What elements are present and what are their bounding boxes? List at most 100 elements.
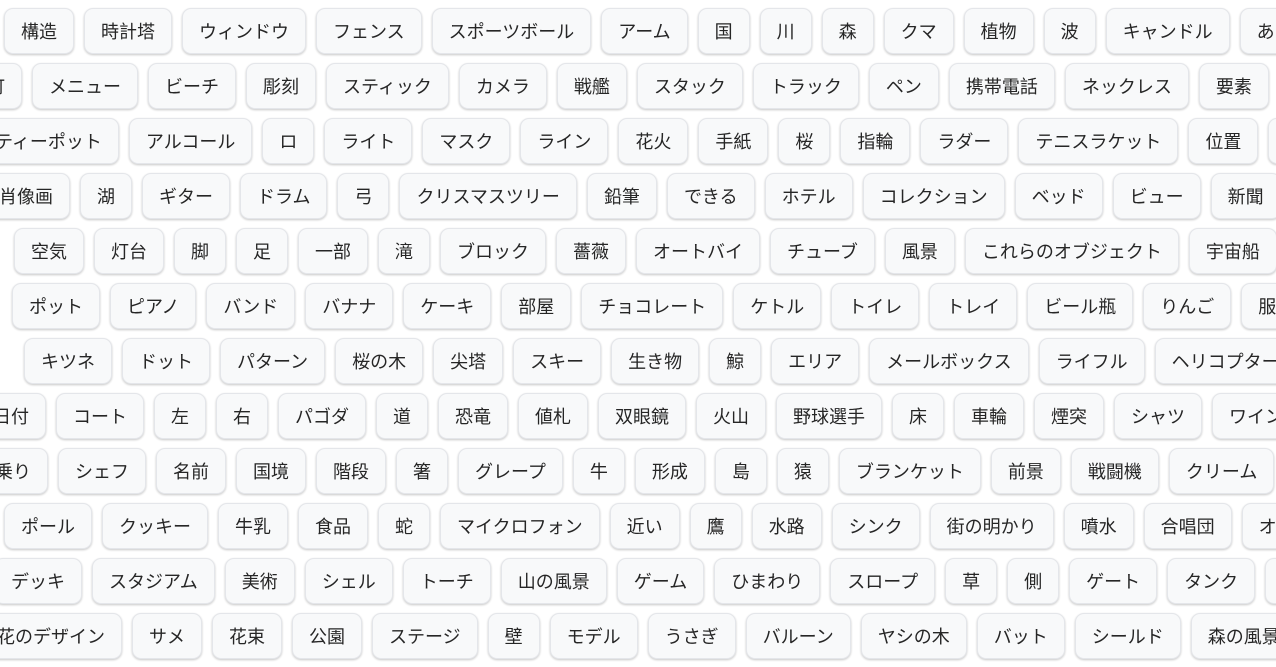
tag-chip[interactable]: ステージ xyxy=(372,613,478,659)
tag-chip[interactable]: 日付 xyxy=(0,393,46,439)
tag-chip[interactable]: ホテル xyxy=(764,173,853,219)
tag-chip[interactable]: 空気 xyxy=(14,228,84,274)
tag-chip[interactable]: 灯台 xyxy=(94,228,164,274)
tag-chip[interactable]: 携帯電話 xyxy=(948,63,1055,109)
tag-chip[interactable]: 前景 xyxy=(990,448,1061,494)
tag-chip[interactable]: 右 xyxy=(216,393,268,439)
tag-chip[interactable]: 形成 xyxy=(634,448,705,494)
tag-chip[interactable]: 服装 xyxy=(1241,283,1276,329)
tag-chip[interactable]: 山の風景 xyxy=(500,558,607,604)
tag-chip[interactable]: 床 xyxy=(892,393,944,439)
tag-chip[interactable]: これらのオブジェクト xyxy=(964,228,1179,274)
tag-chip[interactable]: 新聞 xyxy=(1210,173,1276,219)
tag-chip[interactable]: ヤシの木 xyxy=(860,613,967,659)
tag-chip[interactable]: コレクション xyxy=(862,173,1005,219)
tag-chip[interactable]: 宇宙船 xyxy=(1188,228,1276,274)
tag-chip[interactable]: クマ xyxy=(883,8,954,54)
tag-chip[interactable]: 尖塔 xyxy=(433,338,504,384)
tag-chip[interactable]: 国 xyxy=(697,8,750,54)
tag-chip[interactable]: 国境 xyxy=(236,448,306,494)
tag-chip[interactable]: 彫刻 xyxy=(246,63,316,109)
tag-chip[interactable]: 脚 xyxy=(174,228,226,274)
tag-chip[interactable]: 野球選手 xyxy=(776,393,882,439)
tag-chip[interactable]: シンク xyxy=(831,503,920,549)
tag-chip[interactable]: 薔薇 xyxy=(556,228,626,274)
tag-chip[interactable]: ライン xyxy=(520,118,609,164)
tag-chip[interactable]: エリア xyxy=(771,338,860,384)
tag-chip[interactable]: 滝 xyxy=(378,228,430,274)
tag-chip[interactable]: アルコール xyxy=(128,118,253,164)
tag-chip[interactable]: 戦闘機 xyxy=(1070,448,1159,494)
tag-chip[interactable]: 植物 xyxy=(963,8,1034,54)
tag-chip[interactable]: 左 xyxy=(154,393,206,439)
tag-chip[interactable]: ひまわり xyxy=(714,558,821,604)
tag-chip[interactable]: 位置 xyxy=(1188,118,1259,164)
tag-chip[interactable]: 湖 xyxy=(80,173,132,219)
tag-chip[interactable]: 鷹 xyxy=(689,503,742,549)
tag-chip[interactable]: ギター xyxy=(142,173,230,219)
tag-chip[interactable]: パターン xyxy=(220,338,326,384)
tag-chip[interactable]: メニュー xyxy=(32,63,138,109)
tag-chip[interactable]: 近い xyxy=(609,503,680,549)
tag-chip[interactable]: トイレ xyxy=(831,283,920,329)
tag-chip[interactable]: クッキー xyxy=(102,503,208,549)
tag-chip[interactable]: グレープ xyxy=(458,448,563,494)
tag-chip[interactable]: テキスト xyxy=(1268,118,1276,164)
tag-chip[interactable]: キツネ xyxy=(24,338,112,384)
tag-chip[interactable]: 肖像画 xyxy=(0,173,70,219)
tag-chip[interactable]: 一部 xyxy=(298,228,368,274)
tag-chip[interactable]: 指輪 xyxy=(840,118,911,164)
tag-chip[interactable]: ペン xyxy=(868,63,939,109)
tag-chip[interactable]: シャツ xyxy=(1114,393,1202,439)
tag-chip[interactable]: チョコレート xyxy=(581,283,724,329)
tag-chip[interactable]: ブロック xyxy=(440,228,546,274)
tag-chip[interactable]: 弓 xyxy=(337,173,390,219)
tag-chip[interactable]: バナナ xyxy=(305,283,394,329)
tag-chip[interactable]: 火山 xyxy=(696,393,766,439)
tag-chip[interactable]: ライフル xyxy=(1038,338,1145,384)
tag-chip[interactable]: シェフ xyxy=(58,448,146,494)
tag-chip[interactable]: 桜の木 xyxy=(335,338,424,384)
tag-chip[interactable]: トラック xyxy=(752,63,859,109)
tag-chip[interactable]: シールド xyxy=(1074,613,1181,659)
tag-chip[interactable]: ブランケット xyxy=(838,448,981,494)
tag-chip[interactable]: ビール瓶 xyxy=(1027,283,1134,329)
tag-chip[interactable]: パイロット xyxy=(1265,558,1276,604)
tag-chip[interactable]: 手紙 xyxy=(698,118,769,164)
tag-chip[interactable]: ウィンドウ xyxy=(182,8,306,54)
tag-chip[interactable]: アーム xyxy=(601,8,688,54)
tag-chip[interactable]: 鯨 xyxy=(709,338,762,384)
tag-chip[interactable]: 牛 xyxy=(572,448,625,494)
tag-chip[interactable]: 車輪 xyxy=(954,393,1024,439)
tag-chip[interactable]: 街の明かり xyxy=(929,503,1054,549)
tag-chip[interactable]: 値札 xyxy=(518,393,588,439)
tag-chip[interactable]: 道 xyxy=(376,393,428,439)
tag-chip[interactable]: 階段 xyxy=(316,448,386,494)
tag-chip[interactable]: チューブ xyxy=(770,228,875,274)
tag-chip[interactable]: ティーポット xyxy=(0,118,119,164)
tag-chip[interactable]: ピアノ xyxy=(110,283,197,329)
tag-chip[interactable]: マスク xyxy=(422,118,511,164)
tag-chip[interactable]: オーケストラ xyxy=(1241,503,1276,549)
tag-chip[interactable]: メールボックス xyxy=(869,338,1029,384)
tag-chip[interactable]: 花火 xyxy=(618,118,689,164)
tag-chip[interactable]: 花のデザイン xyxy=(0,613,122,659)
tag-chip[interactable]: ケトル xyxy=(733,283,822,329)
tag-chip[interactable]: 水路 xyxy=(751,503,822,549)
tag-chip[interactable]: 戦艦 xyxy=(556,63,627,109)
tag-chip[interactable]: トーチ xyxy=(402,558,491,604)
tag-chip[interactable]: 双眼鏡 xyxy=(598,393,686,439)
tag-chip[interactable]: 島 xyxy=(714,448,767,494)
tag-chip[interactable]: コート xyxy=(56,393,144,439)
tag-chip[interactable]: 森の風景 xyxy=(1190,613,1276,659)
tag-chip[interactable]: 箸 xyxy=(396,448,448,494)
tag-chip[interactable]: ビーチ xyxy=(148,63,236,109)
tag-chip[interactable]: ライト xyxy=(324,118,413,164)
tag-chip[interactable]: りんご xyxy=(1143,283,1232,329)
tag-chip[interactable]: タンク xyxy=(1167,558,1256,604)
tag-chip[interactable]: 部屋 xyxy=(501,283,572,329)
tag-chip[interactable]: 美術 xyxy=(224,558,295,604)
tag-chip[interactable]: サメ xyxy=(132,613,202,659)
tag-chip[interactable]: 恐竜 xyxy=(438,393,508,439)
tag-chip[interactable]: ドット xyxy=(122,338,210,384)
